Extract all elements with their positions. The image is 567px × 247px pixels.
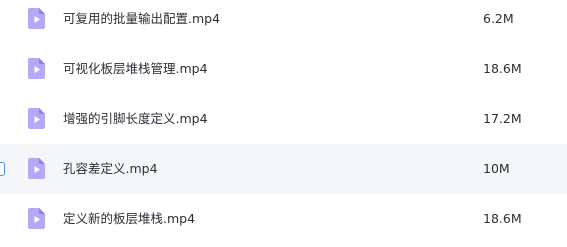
- file-row[interactable]: 可复用的批量输出配置.mp4 6.2M: [0, 0, 567, 44]
- video-file-icon: [28, 108, 45, 129]
- video-file-icon: [28, 58, 45, 79]
- file-size: 10M: [483, 161, 510, 176]
- file-size: 6.2M: [483, 11, 514, 26]
- file-size: 17.2M: [483, 111, 522, 126]
- video-file-icon: [28, 158, 45, 179]
- file-row[interactable]: 增强的引脚长度定义.mp4 17.2M: [0, 94, 567, 144]
- video-file-icon: [28, 208, 45, 229]
- file-row[interactable]: 定义新的板层堆栈.mp4 18.6M: [0, 194, 567, 244]
- file-name[interactable]: 可视化板层堆栈管理.mp4: [63, 44, 208, 94]
- file-list: 可复用的批量输出配置.mp4 6.2M 可视化板层堆栈管理.mp4 18.6M …: [0, 0, 567, 247]
- file-name[interactable]: 增强的引脚长度定义.mp4: [63, 94, 208, 144]
- video-file-icon: [28, 8, 45, 29]
- file-name[interactable]: 定义新的板层堆栈.mp4: [63, 194, 195, 244]
- row-checkbox[interactable]: [0, 162, 5, 176]
- file-name[interactable]: 孔容差定义.mp4: [63, 144, 158, 194]
- file-name[interactable]: 可复用的批量输出配置.mp4: [63, 0, 220, 44]
- file-size: 18.6M: [483, 211, 522, 226]
- file-row-selected[interactable]: 孔容差定义.mp4 10M: [0, 144, 567, 194]
- file-row[interactable]: 可视化板层堆栈管理.mp4 18.6M: [0, 44, 567, 94]
- file-size: 18.6M: [483, 61, 522, 76]
